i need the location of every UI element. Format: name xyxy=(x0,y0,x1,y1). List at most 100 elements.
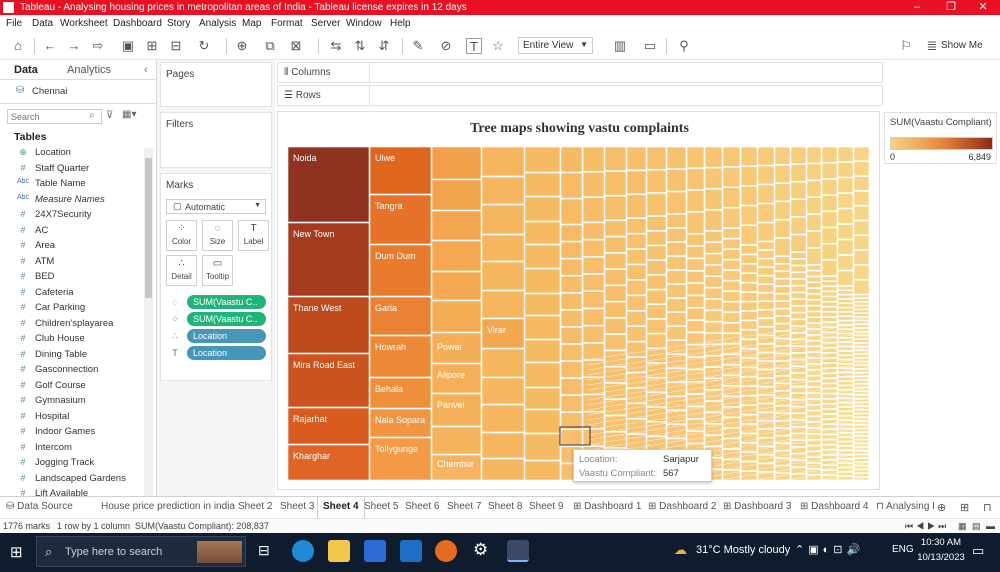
treemap-cell[interactable] xyxy=(853,305,870,310)
treemap-cell[interactable] xyxy=(666,312,687,327)
treemap-cell[interactable] xyxy=(837,162,854,178)
filter-icon[interactable]: ⊽ xyxy=(106,110,113,121)
treemap-cell[interactable] xyxy=(837,411,854,416)
taskbar-search[interactable]: ⌕ Type here to search xyxy=(36,536,246,567)
treemap-cell[interactable] xyxy=(837,376,854,381)
treemap-cell[interactable] xyxy=(853,294,870,299)
treemap-cell[interactable] xyxy=(821,296,838,302)
field-item[interactable]: # Landscaped Gardens xyxy=(0,472,140,487)
show-me-button[interactable]: Show Me xyxy=(941,40,983,51)
treemap-cell[interactable] xyxy=(853,417,870,421)
treemap-cell[interactable] xyxy=(740,461,758,471)
treemap-cell[interactable] xyxy=(853,361,870,365)
undo-icon[interactable]: ← xyxy=(42,38,58,54)
treemap-cell[interactable] xyxy=(666,396,687,411)
field-item[interactable]: # Cafeteria xyxy=(0,286,140,301)
treemap-cell[interactable] xyxy=(853,387,870,392)
treemap-cell[interactable] xyxy=(626,295,647,311)
treemap-cell[interactable] xyxy=(837,441,854,446)
treemap-cell[interactable] xyxy=(524,268,561,294)
refresh-icon[interactable]: ↻ xyxy=(196,38,212,54)
treemap-cell[interactable] xyxy=(757,222,775,242)
treemap-cell[interactable] xyxy=(821,276,838,282)
treemap-cell[interactable] xyxy=(524,409,561,434)
field-item[interactable]: # ATM xyxy=(0,255,140,270)
treemap-cell[interactable] xyxy=(686,212,705,234)
treemap-cell[interactable] xyxy=(853,350,870,354)
menu-server[interactable]: Server xyxy=(311,18,340,29)
treemap-cell[interactable] xyxy=(757,147,775,166)
treemap-cell[interactable] xyxy=(582,325,605,343)
treemap-cell[interactable] xyxy=(604,318,627,334)
tab-sheet-4[interactable]: Sheet 4 xyxy=(317,497,365,518)
treemap-cell[interactable] xyxy=(560,292,583,310)
filmstrip-icon[interactable]: ▤ xyxy=(972,521,981,532)
treemap-cell[interactable] xyxy=(524,339,561,363)
treemap-cell[interactable] xyxy=(806,163,822,181)
sort-ascending-icon[interactable]: ⇅ xyxy=(352,38,368,54)
treemap-cell[interactable] xyxy=(853,402,870,406)
treemap-cell[interactable] xyxy=(481,377,525,405)
treemap-cell[interactable] xyxy=(704,147,723,168)
field-pill[interactable]: SUM(Vaastu C.. xyxy=(187,295,266,309)
treemap-cell[interactable] xyxy=(790,379,807,387)
treemap-cell[interactable] xyxy=(560,258,583,276)
treemap-cell[interactable] xyxy=(481,204,525,235)
tab-story[interactable]: ⊓ Analysing I xyxy=(876,501,935,512)
treemap-cell[interactable] xyxy=(837,467,854,472)
treemap-cell[interactable] xyxy=(722,301,741,313)
treemap-cell[interactable] xyxy=(837,407,854,412)
treemap-cell[interactable] xyxy=(853,205,870,221)
treemap-cell[interactable] xyxy=(704,321,723,333)
treemap-cell[interactable] xyxy=(757,463,775,472)
treemap-cell[interactable] xyxy=(704,412,723,424)
treemap-cell[interactable] xyxy=(837,239,854,255)
treemap-cell[interactable] xyxy=(626,233,647,249)
collapse-pane-icon[interactable]: ‹ xyxy=(144,64,148,76)
treemap-cell[interactable] xyxy=(431,210,482,241)
treemap-cell[interactable] xyxy=(853,320,870,325)
treemap-cell[interactable] xyxy=(853,309,870,313)
treemap-cell[interactable] xyxy=(757,241,775,250)
treemap-cell[interactable] xyxy=(790,234,807,252)
treemap-cell[interactable] xyxy=(821,306,838,312)
treemap-cell[interactable] xyxy=(686,283,705,296)
field-item[interactable]: # Jogging Track xyxy=(0,456,140,471)
treemap-cell[interactable] xyxy=(740,166,758,186)
treemap-cell[interactable] xyxy=(524,221,561,245)
treemap-cell[interactable] xyxy=(666,214,687,228)
treemap-cell[interactable] xyxy=(806,311,822,318)
treemap-cell[interactable] xyxy=(853,339,870,343)
columns-shelf[interactable]: ⦀ Columns xyxy=(277,62,883,83)
treemap-cell[interactable] xyxy=(481,432,525,459)
mail-icon[interactable] xyxy=(400,540,422,562)
treemap-cell[interactable] xyxy=(666,147,687,169)
treemap-cell[interactable] xyxy=(431,240,482,272)
treemap-cell[interactable] xyxy=(626,341,647,357)
firefox-icon[interactable] xyxy=(435,540,457,562)
treemap-cell[interactable] xyxy=(821,317,838,322)
treemap-cell[interactable] xyxy=(704,299,723,311)
treemap-cell[interactable] xyxy=(666,256,687,270)
treemap-cell[interactable] xyxy=(790,312,807,320)
treemap-cell[interactable] xyxy=(757,472,775,481)
menu-window[interactable]: Window xyxy=(346,18,382,29)
treemap-cell[interactable] xyxy=(837,446,854,451)
treemap-cell[interactable] xyxy=(853,313,870,317)
treemap-cell[interactable] xyxy=(722,459,741,470)
field-item[interactable]: # BED xyxy=(0,270,140,285)
treemap-cell[interactable] xyxy=(560,198,583,225)
treemap-cell[interactable] xyxy=(722,249,741,260)
treemap-cell[interactable] xyxy=(686,332,705,345)
treemap-cell[interactable] xyxy=(853,324,870,328)
treemap-cell[interactable] xyxy=(790,252,807,259)
show-me-icon[interactable]: ≣ xyxy=(924,38,940,54)
treemap-cell[interactable] xyxy=(686,431,705,444)
treemap-cell[interactable] xyxy=(431,179,482,211)
treemap-cell[interactable] xyxy=(740,282,758,292)
treemap-cell[interactable] xyxy=(686,246,705,259)
tab-dashboard-1[interactable]: ⊞ Dashboard 1 xyxy=(573,501,641,512)
home-icon[interactable]: ⌂ xyxy=(10,38,26,54)
treemap-cell[interactable] xyxy=(853,458,870,462)
treemap-cell[interactable] xyxy=(740,245,758,255)
